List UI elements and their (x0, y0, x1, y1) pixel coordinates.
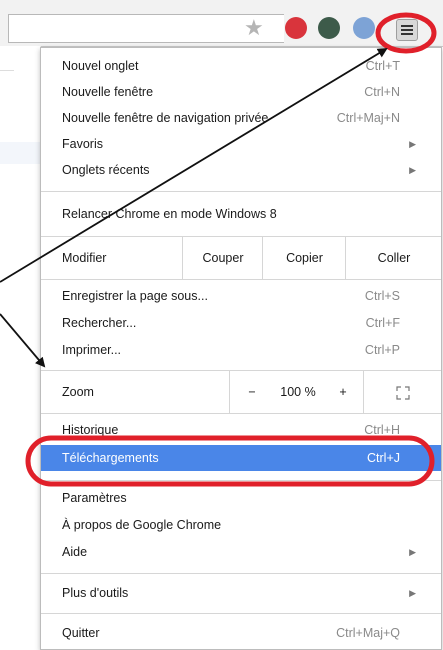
chevron-right-icon: ▶ (409, 139, 416, 149)
menu-edit-row: Modifier Couper Copier Coller (41, 236, 441, 280)
menu-item-settings[interactable]: Paramètres (41, 485, 441, 511)
cut-button[interactable]: Couper (182, 237, 263, 279)
zoom-out-button[interactable]: − (229, 371, 274, 413)
menu-item-label: Nouvelle fenêtre (62, 85, 154, 99)
browser-toolbar: ★ (0, 0, 443, 47)
menu-item-new-window[interactable]: Nouvelle fenêtre Ctrl+N (41, 79, 441, 105)
menu-item-save-page[interactable]: Enregistrer la page sous... Ctrl+S (41, 283, 441, 309)
page-fragment (0, 52, 14, 71)
menu-item-recent-tabs[interactable]: Onglets récents ▶ (41, 157, 441, 183)
menu-item-print[interactable]: Imprimer... Ctrl+P (41, 337, 441, 363)
menu-item-label: Nouvelle fenêtre de navigation privée (62, 111, 269, 125)
menu-item-label: Plus d'outils (62, 586, 129, 600)
menu-item-shortcut: Ctrl+P (364, 343, 400, 357)
menu-item-shortcut: Ctrl+H (364, 423, 400, 437)
menu-divider (41, 613, 441, 614)
menu-item-shortcut: Ctrl+J (367, 451, 400, 465)
page-background (0, 46, 41, 648)
menu-item-shortcut: Ctrl+F (365, 316, 400, 330)
menu-item-history[interactable]: Historique Ctrl+H (41, 417, 441, 443)
zoom-level: 100 % (280, 385, 316, 399)
menu-item-label: Favoris (62, 137, 103, 151)
menu-item-shortcut: Ctrl+N (364, 85, 400, 99)
menu-item-label: Modifier (62, 251, 107, 265)
fullscreen-button[interactable] (363, 371, 442, 413)
menu-item-shortcut: Ctrl+T (365, 59, 400, 73)
menu-zoom-row: Zoom − 100 % + (41, 370, 441, 414)
menu-item-quit[interactable]: Quitter Ctrl+Maj+Q (41, 620, 441, 646)
menu-item-label: Imprimer... (62, 343, 122, 357)
menu-item-label: Onglets récents (62, 163, 150, 177)
chevron-right-icon: ▶ (409, 547, 416, 557)
chrome-menu: Nouvel onglet Ctrl+T Nouvelle fenêtre Ct… (40, 47, 442, 650)
menu-item-downloads[interactable]: Téléchargements Ctrl+J (41, 445, 441, 471)
menu-item-label: Rechercher... (62, 316, 137, 330)
paste-button[interactable]: Coller (345, 237, 442, 279)
menu-item-more-tools[interactable]: Plus d'outils ▶ (41, 580, 441, 606)
star-icon[interactable]: ★ (244, 15, 264, 41)
menu-item-label: Relancer Chrome en mode Windows 8 (62, 207, 277, 221)
menu-divider (41, 191, 441, 192)
menu-item-label: Quitter (62, 626, 100, 640)
extension-icon[interactable] (285, 17, 307, 39)
menu-item-incognito[interactable]: Nouvelle fenêtre de navigation privée Ct… (41, 105, 441, 131)
menu-item-label: Téléchargements (62, 451, 159, 465)
menu-item-relaunch[interactable]: Relancer Chrome en mode Windows 8 (41, 201, 441, 227)
copy-button[interactable]: Copier (262, 237, 346, 279)
extension-icon[interactable] (353, 17, 375, 39)
extension-icon[interactable] (318, 17, 340, 39)
menu-item-help[interactable]: Aide ▶ (41, 539, 441, 565)
menu-divider (41, 573, 441, 574)
menu-item-shortcut: Ctrl+Maj+Q (336, 626, 400, 640)
menu-item-label: Zoom (62, 385, 94, 399)
menu-item-find[interactable]: Rechercher... Ctrl+F (41, 310, 441, 336)
fullscreen-icon (396, 386, 410, 400)
menu-item-label: Historique (62, 423, 119, 437)
menu-divider (41, 480, 441, 481)
hamburger-menu-icon[interactable] (396, 19, 418, 41)
menu-item-label: Paramètres (62, 491, 127, 505)
menu-item-favorites[interactable]: Favoris ▶ (41, 131, 441, 157)
menu-item-shortcut: Ctrl+S (364, 289, 400, 303)
menu-item-label: Nouvel onglet (62, 59, 139, 73)
address-bar[interactable] (8, 14, 284, 43)
menu-item-label: Aide (62, 545, 88, 559)
zoom-in-button[interactable]: + (323, 371, 363, 413)
chevron-right-icon: ▶ (409, 165, 416, 175)
menu-item-about[interactable]: À propos de Google Chrome (41, 512, 441, 538)
menu-item-label: À propos de Google Chrome (62, 518, 222, 532)
menu-item-shortcut: Ctrl+Maj+N (336, 111, 400, 125)
menu-item-new-tab[interactable]: Nouvel onglet Ctrl+T (41, 53, 441, 79)
page-fragment (0, 142, 40, 164)
chevron-right-icon: ▶ (409, 588, 416, 598)
menu-item-label: Enregistrer la page sous... (62, 289, 208, 303)
